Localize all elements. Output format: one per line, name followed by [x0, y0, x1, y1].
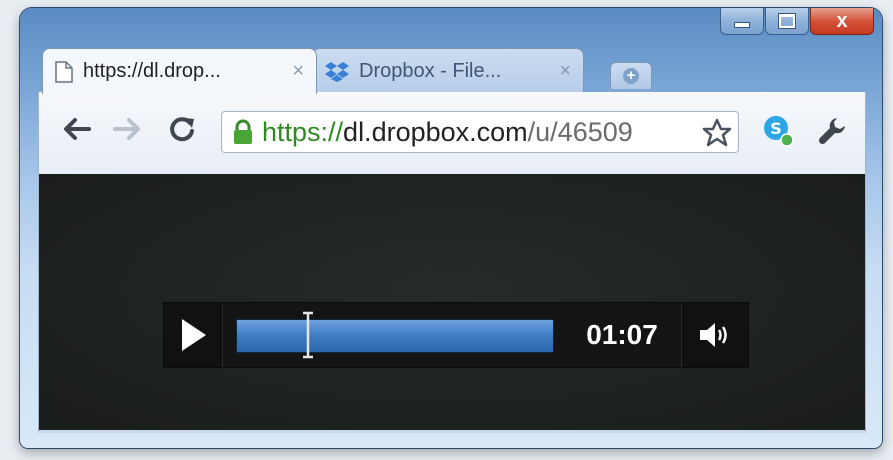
cursor-ibeam-icon: [303, 311, 313, 359]
tab-strip: https://dl.drop... × Dropbox - File... ×…: [32, 48, 752, 94]
page-icon: [55, 60, 73, 83]
menu-button[interactable]: [817, 114, 849, 151]
forward-button[interactable]: [111, 112, 145, 146]
back-arrow-icon: [64, 118, 91, 140]
page-content: 01:07: [38, 174, 866, 433]
new-tab-icon: +: [623, 68, 639, 84]
reload-button[interactable]: [165, 112, 199, 146]
maximize-button[interactable]: [765, 8, 809, 35]
tab-label: https://dl.drop...: [83, 60, 221, 82]
forward-arrow-icon: [113, 118, 140, 140]
audio-player: 01:07: [163, 302, 749, 368]
play-icon: [182, 319, 206, 351]
maximize-icon: [778, 13, 796, 29]
star-icon[interactable]: [702, 118, 732, 148]
window-controls: x: [719, 8, 874, 42]
svg-text:S: S: [770, 119, 782, 138]
address-bar[interactable]: https://dl.dropbox.com/u/46509: [221, 111, 739, 153]
dropbox-icon: [325, 61, 349, 82]
tab-dropbox-download[interactable]: https://dl.drop... ×: [42, 48, 317, 94]
tab-close-icon[interactable]: ×: [292, 60, 304, 83]
play-button[interactable]: [164, 303, 223, 367]
skype-extension-button[interactable]: S: [761, 114, 795, 153]
url-host: dl.dropbox.com: [343, 116, 528, 147]
back-button[interactable]: [59, 112, 93, 146]
close-icon: x: [836, 9, 848, 32]
tab-close-icon[interactable]: ×: [559, 60, 571, 83]
progress-bar[interactable]: [236, 319, 554, 353]
minimize-icon: [734, 22, 750, 28]
navigation-toolbar: https://dl.dropbox.com/u/46509 S: [38, 92, 866, 174]
minimize-button[interactable]: [720, 8, 764, 35]
new-tab-button[interactable]: +: [610, 62, 652, 89]
volume-button[interactable]: [681, 303, 748, 367]
tab-dropbox-files[interactable]: Dropbox - File... ×: [312, 48, 584, 94]
close-window-button[interactable]: x: [810, 8, 874, 35]
tab-label: Dropbox - File...: [359, 60, 502, 82]
skype-extension-icon: S: [764, 116, 794, 147]
url-path: /u/46509: [527, 116, 633, 147]
reload-icon: [170, 117, 194, 142]
volume-icon: [700, 323, 727, 347]
lock-icon: [234, 119, 252, 144]
time-display: 01:07: [586, 319, 658, 350]
url-scheme: https://: [262, 116, 344, 147]
wrench-icon: [818, 118, 845, 145]
